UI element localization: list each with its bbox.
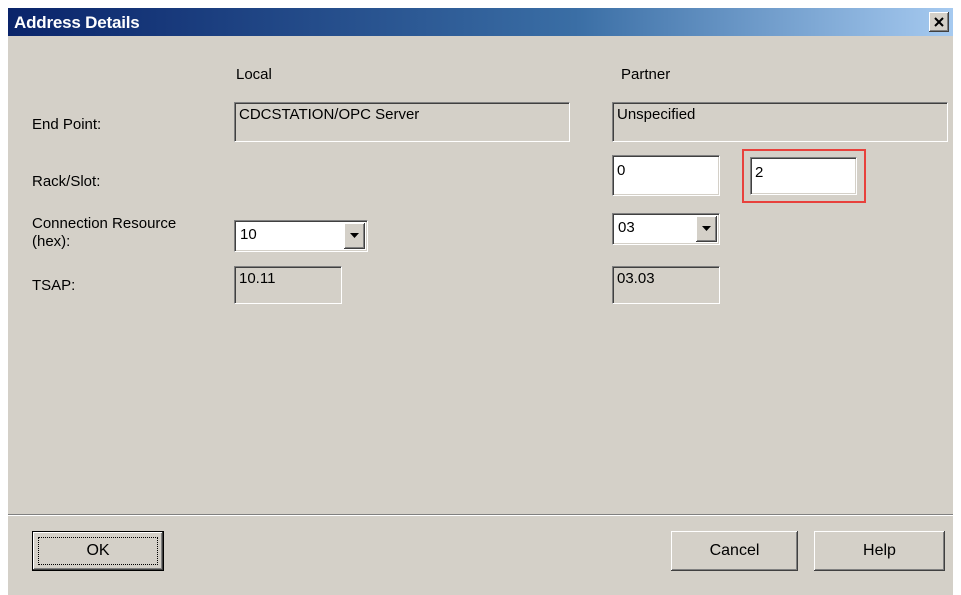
connection-resource-hex-label: (hex): [32,233,71,250]
title-bar: Address Details [8,8,953,36]
partner-tsap-field: 03.03 [612,266,720,304]
local-connection-resource-value: 10 [240,226,257,243]
local-tsap-field: 10.11 [234,266,342,304]
connection-resource-label: Connection Resource [32,215,177,232]
chevron-down-icon [350,233,359,238]
close-button[interactable] [929,12,949,32]
cancel-button[interactable]: Cancel [671,531,798,571]
partner-slot-input[interactable]: 2 [750,157,857,195]
partner-connection-resource-select[interactable]: 03 [612,213,720,245]
tsap-label: TSAP: [32,277,76,294]
partner-column-header: Partner [621,66,671,83]
local-connection-resource-dropdown-button[interactable] [344,223,365,249]
partner-end-point-field: Unspecified [612,102,948,142]
local-end-point-field: CDCSTATION/OPC Server [234,102,570,142]
local-connection-resource-select[interactable]: 10 [234,220,368,252]
dialog-title: Address Details [14,13,140,32]
close-icon [934,17,944,27]
end-point-label: End Point: [32,116,102,133]
partner-connection-resource-dropdown-button[interactable] [696,216,717,242]
ok-button-label: OK [86,542,110,559]
address-details-dialog: Address Details Local Partner End Point:… [8,8,953,595]
ok-button[interactable]: OK [32,531,164,571]
chevron-down-icon [702,226,711,231]
rack-slot-label: Rack/Slot: [32,173,101,190]
help-button-label: Help [863,542,896,559]
partner-connection-resource-value: 03 [618,219,635,236]
local-column-header: Local [236,66,272,83]
bottom-separator [8,514,953,516]
partner-rack-input[interactable]: 0 [612,155,720,196]
help-button[interactable]: Help [814,531,945,571]
cancel-button-label: Cancel [709,542,760,559]
